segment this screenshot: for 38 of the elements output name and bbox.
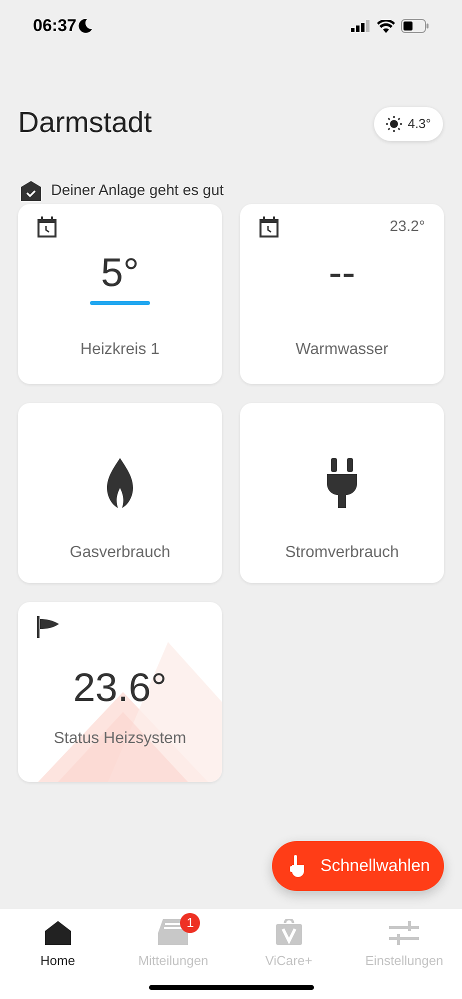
dashboard-tile[interactable]: 5° Heizkreis 1 xyxy=(18,204,222,384)
tile-label: Stromverbrauch xyxy=(285,543,399,563)
house-check-icon xyxy=(21,181,41,201)
nav-tab[interactable]: Home xyxy=(0,911,116,970)
flag-icon xyxy=(37,616,59,638)
dashboard-tile[interactable]: Gasverbrauch xyxy=(18,403,222,583)
quick-actions-button[interactable]: Schnellwahlen xyxy=(272,841,444,891)
temperature-value: 23.6° xyxy=(73,668,167,708)
hand-pointer-icon xyxy=(290,855,306,877)
flame-icon xyxy=(107,458,133,508)
sun-icon xyxy=(386,116,402,132)
status-time: 06:37 xyxy=(33,15,76,38)
moon-icon xyxy=(78,19,92,33)
bag-icon xyxy=(276,919,302,945)
calendar-clock-icon xyxy=(37,216,57,238)
system-status-text: Deiner Anlage geht es gut xyxy=(51,180,224,201)
dashboard-tile[interactable]: Stromverbrauch xyxy=(240,403,444,583)
outdoor-temperature: 4.3° xyxy=(408,115,431,134)
calendar-clock-icon xyxy=(259,216,279,238)
signal-icon xyxy=(351,20,371,32)
tile-label: Warmwasser xyxy=(296,340,388,360)
nav-tab[interactable]: 1 Mitteilungen xyxy=(116,911,231,970)
dashboard-tile[interactable]: 23.2° -- Warmwasser xyxy=(240,204,444,384)
temperature-value: -- xyxy=(328,253,356,293)
plug-icon xyxy=(327,458,357,508)
location-title: Darmstadt xyxy=(18,106,152,142)
tile-label: Heizkreis 1 xyxy=(80,340,160,360)
notification-badge: 1 xyxy=(180,913,200,933)
dashboard-tile[interactable]: 23.6° Status Heizsystem xyxy=(18,602,222,782)
wifi-icon xyxy=(377,20,395,32)
battery-icon xyxy=(401,19,429,33)
tile-label: Status Heizsystem xyxy=(54,729,186,749)
weather-chip[interactable]: 4.3° xyxy=(374,107,443,141)
temperature-value: 5° xyxy=(100,253,140,293)
house-icon xyxy=(44,921,71,945)
temperature-reading: 23.2° xyxy=(390,217,425,237)
tile-label: Gasverbrauch xyxy=(70,543,170,563)
sliders-icon xyxy=(389,921,420,945)
